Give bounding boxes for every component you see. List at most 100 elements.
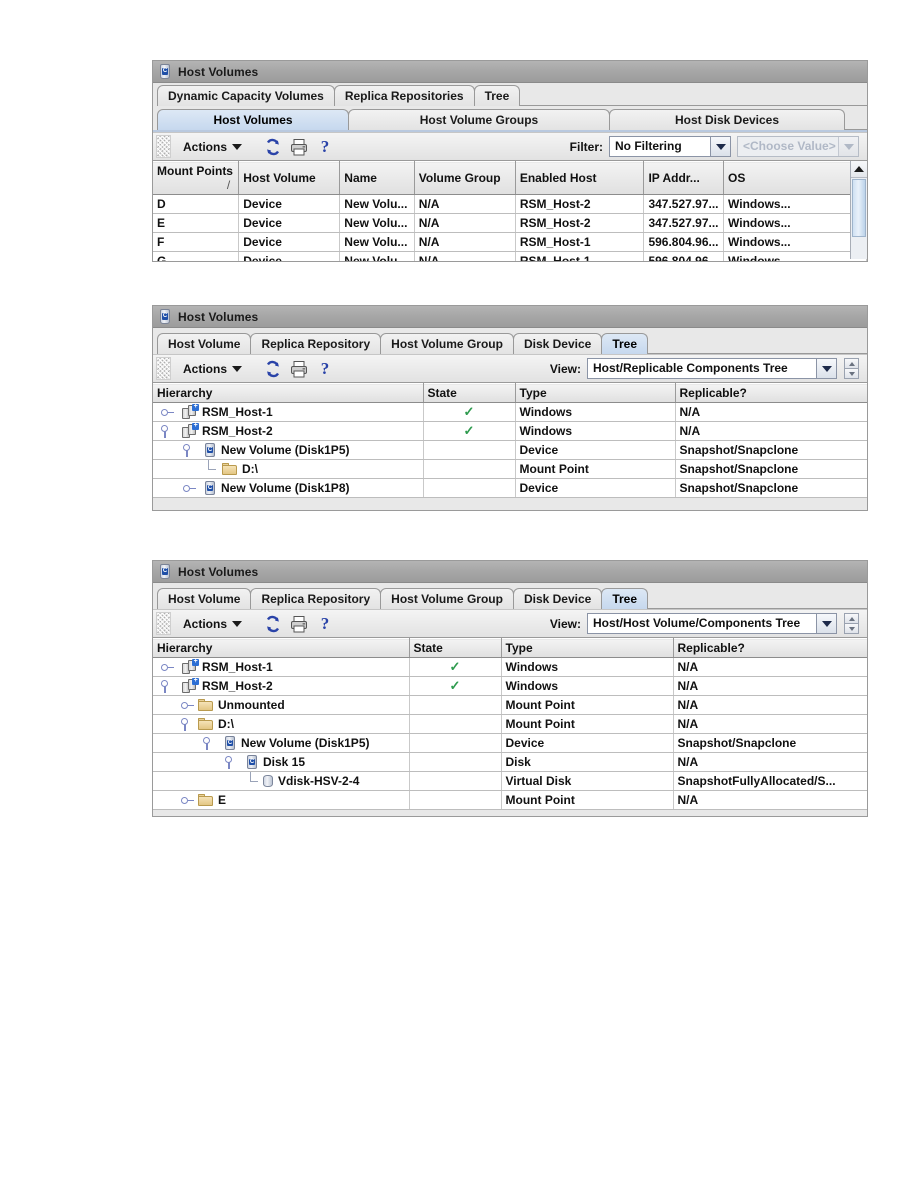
table-row[interactable]: G Device New Volu... N/A RSM_Host-1 596.… — [153, 251, 867, 261]
tab-host-disk-devices[interactable]: Host Disk Devices — [609, 109, 845, 130]
refresh-button[interactable] — [262, 136, 284, 158]
tree-collapse-toggle[interactable] — [161, 679, 174, 693]
spinner-up-button[interactable] — [845, 614, 858, 624]
tab-disk-device[interactable]: Disk Device — [512, 333, 603, 354]
view-spinner[interactable] — [844, 358, 859, 379]
table-row[interactable]: + RSM_Host-1 ✓ Windows N/A — [153, 657, 867, 677]
spinner-down-button[interactable] — [845, 624, 858, 633]
table-row[interactable]: C Disk 15 Disk N/A — [153, 752, 867, 772]
col-volume-group[interactable]: Volume Group — [414, 161, 516, 195]
toolbar-grip[interactable] — [156, 357, 171, 380]
spinner-down-button[interactable] — [845, 369, 858, 378]
col-ip-addr[interactable]: IP Addr... — [643, 161, 725, 195]
scrollbar-thumb[interactable] — [852, 179, 866, 237]
view-dropdown-button[interactable] — [816, 359, 836, 378]
help-button[interactable]: ? — [314, 613, 336, 635]
tab-tree[interactable]: Tree — [601, 588, 649, 609]
refresh-button[interactable] — [262, 358, 284, 380]
tab-host-volume[interactable]: Host Volume — [157, 588, 252, 609]
table-row[interactable]: C New Volume (Disk1P5) Device Snapshot/S… — [153, 733, 867, 753]
spinner-up-button[interactable] — [845, 359, 858, 369]
col-mount-points[interactable]: Mount Points / — [153, 161, 240, 195]
tab-host-volumes[interactable]: Host Volumes — [157, 109, 349, 130]
tab-dynamic-capacity-volumes[interactable]: Dynamic Capacity Volumes — [157, 85, 335, 106]
tree-node[interactable]: Vdisk-HSV-2-4 — [157, 771, 405, 789]
tab-disk-device[interactable]: Disk Device — [512, 588, 603, 609]
table-row[interactable]: + RSM_Host-2 ✓ Windows N/A — [153, 421, 867, 441]
table-row[interactable]: D Device New Volu... N/A RSM_Host-2 347.… — [153, 194, 867, 214]
col-host-volume[interactable]: Host Volume — [238, 161, 341, 195]
tree-expand-toggle[interactable] — [181, 794, 194, 807]
col-enabled-host[interactable]: Enabled Host — [515, 161, 645, 195]
choose-value-select[interactable]: <Choose Value> — [737, 136, 859, 157]
col-state[interactable]: State — [409, 638, 502, 658]
tab-replica-repository[interactable]: Replica Repository — [250, 588, 382, 609]
filter-dropdown-button[interactable] — [710, 137, 730, 156]
col-type[interactable]: Type — [515, 383, 676, 403]
tree-collapse-toggle[interactable] — [225, 755, 238, 769]
col-hierarchy[interactable]: Hierarchy — [153, 638, 410, 658]
tree-node[interactable]: C New Volume (Disk1P8) — [157, 480, 419, 496]
scroll-up-button[interactable] — [851, 161, 867, 178]
col-name[interactable]: Name — [339, 161, 415, 195]
tree-node[interactable]: E — [157, 792, 405, 808]
tab-tree[interactable]: Tree — [473, 85, 521, 106]
col-state[interactable]: State — [423, 383, 516, 403]
print-button[interactable] — [288, 136, 310, 158]
tree-node[interactable]: D:\ — [157, 716, 405, 732]
view-dropdown-button[interactable] — [816, 614, 836, 633]
help-button[interactable]: ? — [314, 358, 336, 380]
tab-replica-repositories[interactable]: Replica Repositories — [333, 85, 475, 106]
table-row[interactable]: D:\ Mount Point Snapshot/Snapclone — [153, 459, 867, 479]
tree-collapse-toggle[interactable] — [161, 424, 174, 438]
filter-select[interactable]: No Filtering — [609, 136, 731, 157]
table-row[interactable]: Vdisk-HSV-2-4 Virtual Disk SnapshotFully… — [153, 771, 867, 791]
choose-value-dropdown-button[interactable] — [838, 137, 858, 156]
col-replicable[interactable]: Replicable? — [673, 638, 867, 658]
table-row[interactable]: + RSM_Host-2 ✓ Windows N/A — [153, 676, 867, 696]
table-row[interactable]: Unmounted Mount Point N/A — [153, 695, 867, 715]
tree-node[interactable]: + RSM_Host-2 — [157, 677, 405, 694]
col-hierarchy[interactable]: Hierarchy — [153, 383, 424, 403]
tab-tree[interactable]: Tree — [601, 333, 649, 354]
col-type[interactable]: Type — [501, 638, 674, 658]
col-replicable[interactable]: Replicable? — [675, 383, 867, 403]
tab-host-volume-group[interactable]: Host Volume Group — [380, 588, 514, 609]
actions-button[interactable]: Actions — [177, 360, 248, 378]
table-row[interactable]: D:\ Mount Point N/A — [153, 714, 867, 734]
tree-collapse-toggle[interactable] — [181, 717, 194, 731]
refresh-button[interactable] — [262, 613, 284, 635]
table-row[interactable]: C New Volume (Disk1P8) Device Snapshot/S… — [153, 478, 867, 498]
tab-host-volume-group[interactable]: Host Volume Group — [380, 333, 514, 354]
toolbar-grip[interactable] — [156, 135, 171, 158]
tree-node[interactable]: + RSM_Host-2 — [157, 422, 419, 439]
view-select[interactable]: Host/Replicable Components Tree — [587, 358, 837, 379]
tree-node[interactable]: Unmounted — [157, 697, 405, 713]
tab-host-volume[interactable]: Host Volume — [157, 333, 252, 354]
toolbar-grip[interactable] — [156, 612, 171, 635]
tree-node[interactable]: C New Volume (Disk1P5) — [157, 442, 419, 458]
table-row[interactable]: E Device New Volu... N/A RSM_Host-2 347.… — [153, 213, 867, 233]
tree-node[interactable]: + RSM_Host-1 — [157, 403, 419, 420]
tree-node[interactable]: D:\ — [157, 459, 419, 477]
tree-expand-toggle[interactable] — [183, 482, 196, 495]
table-row[interactable]: F Device New Volu... N/A RSM_Host-1 596.… — [153, 232, 867, 252]
tab-host-volume-groups[interactable]: Host Volume Groups — [348, 109, 610, 130]
actions-button[interactable]: Actions — [177, 615, 248, 633]
help-button[interactable]: ? — [314, 136, 336, 158]
tree-node[interactable]: C Disk 15 — [157, 754, 405, 770]
tree-node[interactable]: + RSM_Host-1 — [157, 658, 405, 675]
view-spinner[interactable] — [844, 613, 859, 634]
table-row[interactable]: E Mount Point N/A — [153, 790, 867, 810]
col-os[interactable]: OS — [723, 161, 867, 195]
tree-collapse-toggle[interactable] — [203, 736, 216, 750]
print-button[interactable] — [288, 613, 310, 635]
tree-node[interactable]: C New Volume (Disk1P5) — [157, 735, 405, 751]
view-select[interactable]: Host/Host Volume/Components Tree — [587, 613, 837, 634]
tree-expand-toggle[interactable] — [161, 661, 174, 674]
tree-collapse-toggle[interactable] — [183, 443, 196, 457]
print-button[interactable] — [288, 358, 310, 380]
tree-expand-toggle[interactable] — [181, 699, 194, 712]
table-row[interactable]: + RSM_Host-1 ✓ Windows N/A — [153, 402, 867, 422]
tree-expand-toggle[interactable] — [161, 406, 174, 419]
